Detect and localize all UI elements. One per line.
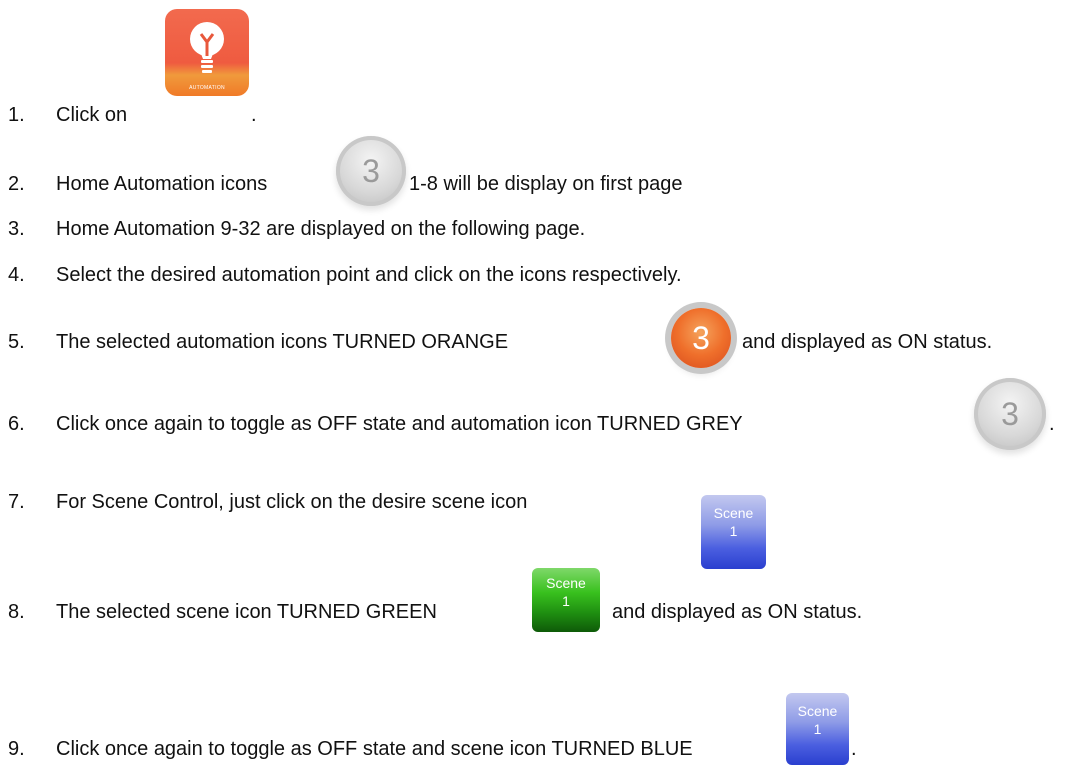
step-text: The selected automation icons TURNED ORA… [56, 331, 509, 353]
step-text-suffix: . [251, 104, 257, 126]
step-number: 5. [8, 331, 25, 353]
step-2-suffix: 1-8 will be display on first page [409, 172, 682, 196]
step-4: 4. Select the desired automation point an… [8, 263, 682, 287]
scene-word: Scene [546, 575, 586, 591]
step-6: 6. Click once again to toggle as OFF stat… [8, 412, 743, 436]
scene-word: Scene [797, 703, 838, 719]
step-number: 1. [8, 104, 25, 126]
automation-badge-grey-icon: 3 [974, 378, 1046, 450]
step-2: 2. Home Automation icons [8, 172, 267, 196]
step-number: 4. [8, 264, 25, 286]
step-9-suffix: . [851, 737, 857, 761]
scene-number: 1 [729, 523, 738, 539]
step-3: 3. Home Automation 9-32 are displayed on … [8, 217, 585, 241]
step-text: Select the desired automation point and … [56, 264, 682, 286]
scene-word: Scene [713, 505, 754, 521]
step-text: For Scene Control, just click on the des… [56, 491, 528, 513]
step-text: Click on [56, 104, 128, 126]
badge-number: 3 [1001, 396, 1019, 432]
step-text: Home Automation icons [56, 173, 268, 195]
step-5: 5. The selected automation icons TURNED O… [8, 330, 508, 354]
badge-number: 3 [362, 153, 380, 189]
step-number: 3. [8, 218, 25, 240]
step-number: 6. [8, 413, 25, 435]
step-number: 2. [8, 173, 25, 195]
step-text: Click once again to toggle as OFF state … [56, 738, 693, 760]
scene-1-blue-icon: Scene 1 [701, 495, 766, 569]
automation-badge-off-icon: 3 [336, 136, 406, 206]
step-8: 8. The selected scene icon TURNED GREEN [8, 600, 437, 624]
step-text: The selected scene icon TURNED GREEN [56, 601, 437, 623]
step-text: Home Automation 9-32 are displayed on th… [56, 218, 586, 240]
scene-1-blue-off-icon: Scene 1 [786, 693, 849, 765]
step-7: 7. For Scene Control, just click on the d… [8, 490, 527, 514]
step-5-suffix: and displayed as ON status. [742, 330, 992, 354]
step-number: 7. [8, 491, 25, 513]
step-8-suffix: and displayed as ON status. [612, 600, 862, 624]
scene-number: 1 [813, 721, 822, 737]
step-6-suffix: . [1049, 412, 1055, 436]
step-1: 1. Click on [8, 103, 127, 127]
badge-number: 3 [692, 320, 710, 356]
lightbulb-icon [190, 22, 224, 73]
step-text-suffix: and displayed as ON status. [612, 601, 863, 623]
step-number: 8. [8, 601, 25, 623]
step-text-suffix: 1-8 will be display on first page [409, 173, 683, 195]
automation-badge-on-icon: 3 [671, 308, 731, 368]
step-text-suffix: . [851, 738, 857, 760]
automation-app-icon[interactable]: AUTOMATION [165, 9, 249, 96]
step-1-suffix: . [251, 103, 257, 127]
automation-label: AUTOMATION [189, 85, 225, 91]
step-text: Click once again to toggle as OFF state … [56, 413, 743, 435]
step-text-suffix: and displayed as ON status. [742, 331, 993, 353]
step-text-suffix: . [1049, 413, 1055, 435]
step-number: 9. [8, 738, 25, 760]
scene-1-green-icon: Scene 1 [532, 568, 600, 632]
scene-number: 1 [562, 593, 570, 609]
step-9: 9. Click once again to toggle as OFF stat… [8, 737, 693, 761]
